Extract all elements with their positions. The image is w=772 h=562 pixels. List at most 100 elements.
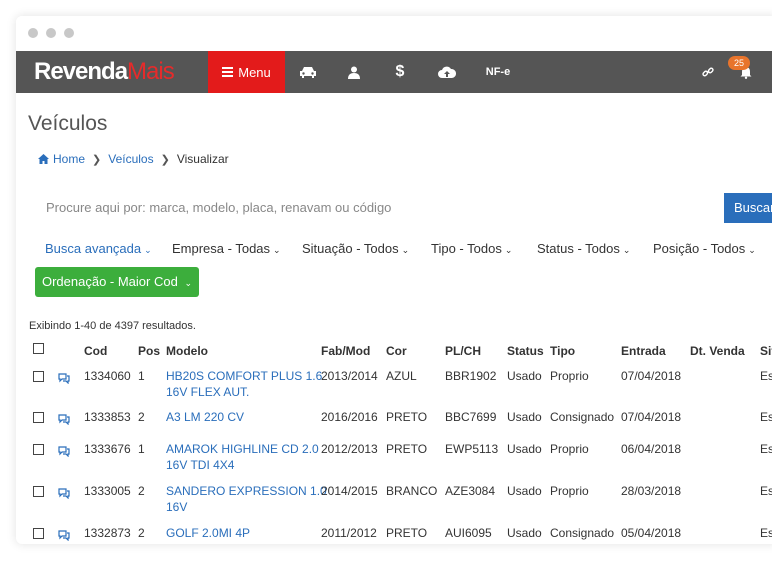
advanced-search-dropdown[interactable]: Busca avançada ⌄ xyxy=(45,241,152,256)
cell-cor: PRETO xyxy=(386,410,428,424)
cell-pos: 2 xyxy=(138,526,145,540)
cell-modelo-link[interactable]: SANDERO EXPRESSION 1.0 16V xyxy=(166,483,327,515)
empresa-dropdown[interactable]: Empresa - Todas ⌄ xyxy=(172,241,281,256)
chevron-right-icon: ❯ xyxy=(160,153,170,166)
col-header-entrada[interactable]: Entrada xyxy=(621,344,666,358)
cell-status: Usado xyxy=(507,442,542,456)
col-header-dtvenda[interactable]: Dt. Venda xyxy=(690,344,745,358)
col-header-tipo[interactable]: Tipo xyxy=(550,344,575,358)
chevron-down-icon: ⌄ xyxy=(144,245,152,255)
cell-plch: BBC7699 xyxy=(445,410,497,424)
row-checkbox[interactable] xyxy=(33,486,44,497)
chevron-right-icon: ❯ xyxy=(92,153,102,166)
comments-icon[interactable] xyxy=(58,414,70,425)
row-checkbox[interactable] xyxy=(33,528,44,539)
cell-tipo: Proprio xyxy=(550,442,589,456)
window-dot xyxy=(64,28,74,38)
breadcrumb-veiculos[interactable]: Veículos xyxy=(108,152,153,166)
home-icon xyxy=(38,154,49,164)
cell-cor: BRANCO xyxy=(386,484,438,498)
comments-icon[interactable] xyxy=(58,488,70,499)
search-button[interactable]: Buscar xyxy=(724,193,772,223)
cell-entrada: 07/04/2018 xyxy=(621,369,682,383)
menu-button[interactable]: Menu xyxy=(208,51,285,93)
col-header-cod[interactable]: Cod xyxy=(84,344,107,358)
cell-tipo: Proprio xyxy=(550,484,589,498)
modelo-line-1: HB20S COMFORT PLUS 1.6 xyxy=(166,369,323,383)
cell-situacao: Es xyxy=(760,410,772,424)
chevron-down-icon: ⌄ xyxy=(504,245,513,255)
comments-icon[interactable] xyxy=(58,373,70,384)
window-titlebar xyxy=(16,16,772,52)
cell-pos: 2 xyxy=(138,484,145,498)
modelo-line-1: AMAROK HIGHLINE CD 2.0 xyxy=(166,442,319,456)
sort-order-button[interactable]: Ordenação - Maior Cod ⌄ xyxy=(35,267,199,297)
posicao-label: Posição - Todos xyxy=(653,241,746,256)
cell-pos: 1 xyxy=(138,369,145,383)
menu-label: Menu xyxy=(238,64,271,80)
modelo-line-2: 16V TDI 4X4 xyxy=(166,458,235,472)
nfe-link[interactable]: NF-e xyxy=(480,51,516,93)
tipo-dropdown[interactable]: Tipo - Todos ⌄ xyxy=(431,241,512,256)
comments-icon[interactable] xyxy=(58,446,70,457)
cell-plch: AUI6095 xyxy=(445,526,492,540)
brand-part-mais: Mais xyxy=(127,58,175,85)
chevron-down-icon: ⌄ xyxy=(622,245,631,255)
col-header-modelo[interactable]: Modelo xyxy=(166,344,208,358)
breadcrumb-home[interactable]: Home xyxy=(53,152,85,166)
chevron-down-icon: ⌄ xyxy=(184,278,192,288)
cell-fabmod: 2013/2014 xyxy=(321,369,378,383)
col-header-fabmod[interactable]: Fab/Mod xyxy=(321,344,370,358)
window-dot xyxy=(46,28,56,38)
user-icon[interactable] xyxy=(344,51,364,93)
cell-entrada: 05/04/2018 xyxy=(621,526,682,540)
col-header-status[interactable]: Status xyxy=(507,344,544,358)
status-dropdown[interactable]: Status - Todos ⌄ xyxy=(537,241,630,256)
cloud-upload-icon[interactable] xyxy=(436,51,458,93)
cell-status: Usado xyxy=(507,526,542,540)
row-checkbox[interactable] xyxy=(33,371,44,382)
cell-plch: BBR1902 xyxy=(445,369,497,383)
cell-modelo-link[interactable]: AMAROK HIGHLINE CD 2.0 16V TDI 4X4 xyxy=(166,441,319,473)
posicao-dropdown[interactable]: Posição - Todos ⌄ xyxy=(653,241,756,256)
cell-modelo-link[interactable]: A3 LM 220 CV xyxy=(166,409,244,425)
cell-modelo-link[interactable]: HB20S COMFORT PLUS 1.6 16V FLEX AUT. xyxy=(166,368,322,400)
cell-tipo: Proprio xyxy=(550,369,589,383)
breadcrumb: Home ❯ Veículos ❯ Visualizar xyxy=(38,152,229,166)
dollar-icon[interactable]: $ xyxy=(390,51,410,93)
cell-plch: AZE3084 xyxy=(445,484,496,498)
cell-pos: 1 xyxy=(138,442,145,456)
comments-icon[interactable] xyxy=(58,530,70,541)
situacao-label: Situação - Todos xyxy=(302,241,399,256)
cell-entrada: 07/04/2018 xyxy=(621,410,682,424)
situacao-dropdown[interactable]: Situação - Todos ⌄ xyxy=(302,241,409,256)
col-header-plch[interactable]: PL/CH xyxy=(445,344,481,358)
chevron-down-icon: ⌄ xyxy=(273,245,281,255)
search-input[interactable] xyxy=(46,200,446,215)
top-navbar: RevendaMais Menu $ NF-e 25 xyxy=(16,51,772,93)
cell-cor: PRETO xyxy=(386,526,428,540)
link-icon[interactable] xyxy=(698,51,718,93)
row-checkbox[interactable] xyxy=(33,444,44,455)
col-header-cor[interactable]: Cor xyxy=(386,344,407,358)
modelo-line-2: 16V xyxy=(166,500,188,514)
chevron-down-icon: ⌄ xyxy=(748,245,756,255)
notification-badge[interactable]: 25 xyxy=(728,56,750,70)
cell-modelo-link[interactable]: GOLF 2.0MI 4P xyxy=(166,525,250,541)
cell-pos: 2 xyxy=(138,410,145,424)
cell-fabmod: 2011/2012 xyxy=(321,526,377,540)
car-icon[interactable] xyxy=(296,51,320,93)
cell-cod: 1333676 xyxy=(84,442,131,456)
chevron-down-icon: ⌄ xyxy=(401,245,410,255)
select-all-checkbox[interactable] xyxy=(33,343,44,354)
row-checkbox[interactable] xyxy=(33,412,44,423)
modelo-line-2: 16V FLEX AUT. xyxy=(166,385,250,399)
advanced-search-label: Busca avançada xyxy=(45,241,142,256)
modelo-line-1: SANDERO EXPRESSION 1.0 xyxy=(166,484,327,498)
col-header-pos[interactable]: Pos xyxy=(138,344,160,358)
cell-situacao: Es xyxy=(760,526,772,540)
status-label: Status - Todos xyxy=(537,241,620,256)
col-header-situacao[interactable]: Sit xyxy=(760,344,772,358)
brand-logo[interactable]: RevendaMais xyxy=(34,58,175,85)
page-title: Veículos xyxy=(28,112,108,135)
